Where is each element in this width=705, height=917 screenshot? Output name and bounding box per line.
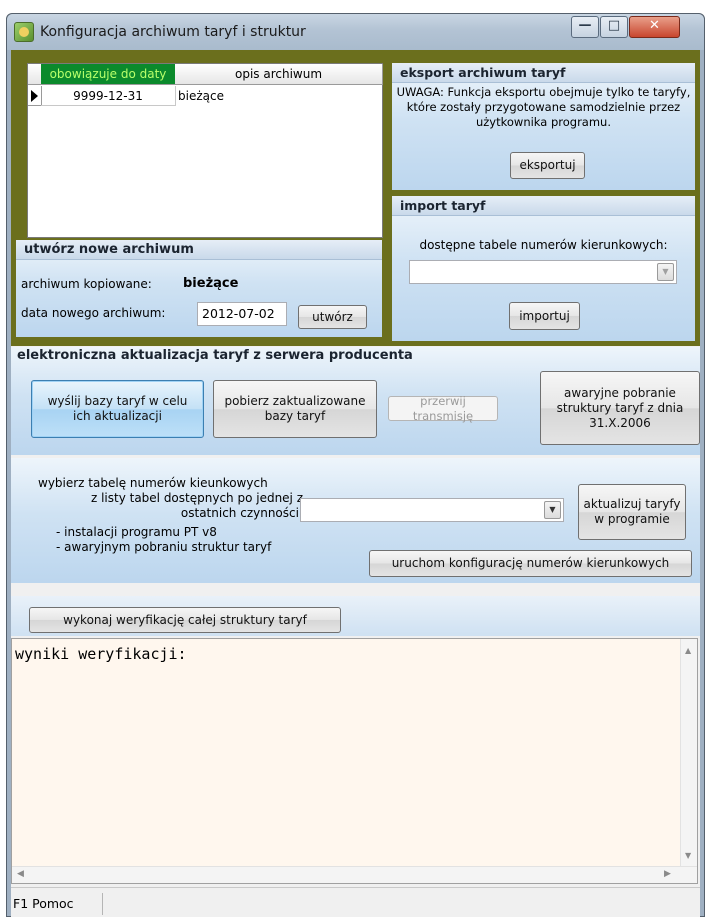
- status-bar: F1 Pomoc: [11, 887, 700, 917]
- maximize-icon: □: [607, 18, 621, 33]
- new-archive-date-label: data nowego archiwum:: [21, 306, 166, 320]
- maximize-button[interactable]: □: [600, 16, 628, 38]
- chevron-down-icon[interactable]: ▼: [657, 263, 674, 281]
- row-header-corner: [28, 64, 42, 85]
- scroll-right-icon[interactable]: ▶: [664, 869, 671, 879]
- abort-transmission-button[interactable]: przerwij transmisję: [388, 394, 498, 423]
- table-select-option-install: - instalacji programu PT v8: [56, 525, 217, 539]
- emergency-download-button[interactable]: awaryjne pobranie struktury taryf z dnia…: [540, 371, 700, 445]
- new-archive-group: utwórz nowe archiwum archiwum kopiowane:…: [16, 240, 382, 337]
- row-selector-icon[interactable]: [28, 86, 42, 106]
- close-icon: ✕: [649, 18, 660, 33]
- import-button[interactable]: importuj: [509, 302, 580, 330]
- table-cell-description[interactable]: bieżące: [178, 86, 378, 106]
- run-config-button[interactable]: uruchom konfigurację numerów kierunkowyc…: [369, 550, 692, 577]
- horizontal-scrollbar[interactable]: ◀ ▶: [12, 866, 697, 883]
- export-button[interactable]: eksportuj: [510, 152, 585, 179]
- window-title: Konfiguracja archiwum taryf i struktur: [40, 24, 306, 40]
- import-group: import taryf dostępne tabele numerów kie…: [392, 196, 695, 341]
- new-archive-date-input[interactable]: 2012-07-02: [197, 302, 287, 326]
- results-text: wyniki weryfikacji:: [15, 645, 187, 663]
- scroll-up-icon[interactable]: ▲: [685, 646, 691, 655]
- table-select-combobox[interactable]: ▼: [300, 498, 564, 522]
- download-tariffs-button[interactable]: pobierz zaktualizowane bazy taryf: [213, 380, 377, 438]
- update-tariffs-button[interactable]: aktualizuj taryfy w programie: [578, 484, 686, 540]
- table-cell-date[interactable]: 9999-12-31: [41, 86, 176, 106]
- table-select-label-line2: z listy tabel dostępnych po jednej z: [90, 491, 303, 505]
- verify-group: wykonaj weryfikację całej struktury tary…: [11, 596, 700, 636]
- table-select-label-line1: wybierz tabelę numerów kieunkowych: [38, 476, 268, 490]
- scroll-down-icon[interactable]: ▼: [685, 851, 691, 860]
- scroll-left-icon[interactable]: ◀: [17, 869, 24, 879]
- app-icon[interactable]: [14, 22, 34, 42]
- minimize-icon: —: [578, 18, 592, 33]
- table-select-group: wybierz tabelę numerów kieunkowych z lis…: [11, 458, 700, 583]
- archive-table[interactable]: obowiązuje do daty opis archiwum 9999-12…: [27, 63, 383, 238]
- new-archive-title: utwórz nowe archiwum: [16, 240, 382, 260]
- export-title: eksport archiwum taryf: [392, 63, 695, 83]
- update-group: elektroniczna aktualizacja taryf z serwe…: [11, 347, 700, 455]
- results-textarea[interactable]: wyniki weryfikacji: ▲ ▼ ◀ ▶: [11, 638, 698, 884]
- update-title: elektroniczna aktualizacja taryf z serwe…: [17, 348, 413, 363]
- create-archive-button[interactable]: utwórz: [298, 305, 367, 329]
- copied-archive-value: bieżące: [183, 276, 239, 291]
- close-button[interactable]: ✕: [629, 16, 680, 38]
- verify-structure-button[interactable]: wykonaj weryfikację całej struktury tary…: [29, 607, 341, 633]
- column-header-description[interactable]: opis archiwum: [175, 64, 383, 85]
- copied-archive-label: archiwum kopiowane:: [21, 277, 152, 291]
- import-table-combobox[interactable]: ▼: [409, 260, 677, 284]
- table-select-option-emergency: - awaryjnym pobraniu struktur taryf: [56, 540, 272, 554]
- status-text: F1 Pomoc: [13, 896, 74, 911]
- chevron-down-icon[interactable]: ▼: [544, 501, 561, 519]
- import-title: import taryf: [392, 196, 695, 216]
- export-group: eksport archiwum taryf UWAGA: Funkcja ek…: [392, 63, 695, 190]
- import-label: dostępne tabele numerów kierunkowych:: [419, 238, 668, 252]
- vertical-scrollbar[interactable]: ▲ ▼: [680, 639, 697, 867]
- send-tariffs-button[interactable]: wyślij bazy taryf w celu ich aktualizacj…: [31, 380, 204, 438]
- column-header-date[interactable]: obowiązuje do daty: [41, 64, 176, 85]
- export-note: UWAGA: Funkcja eksportu obejmuje tylko t…: [396, 85, 691, 129]
- table-select-label-line3: ostatnich czynności:: [180, 506, 303, 520]
- minimize-button[interactable]: —: [571, 16, 599, 38]
